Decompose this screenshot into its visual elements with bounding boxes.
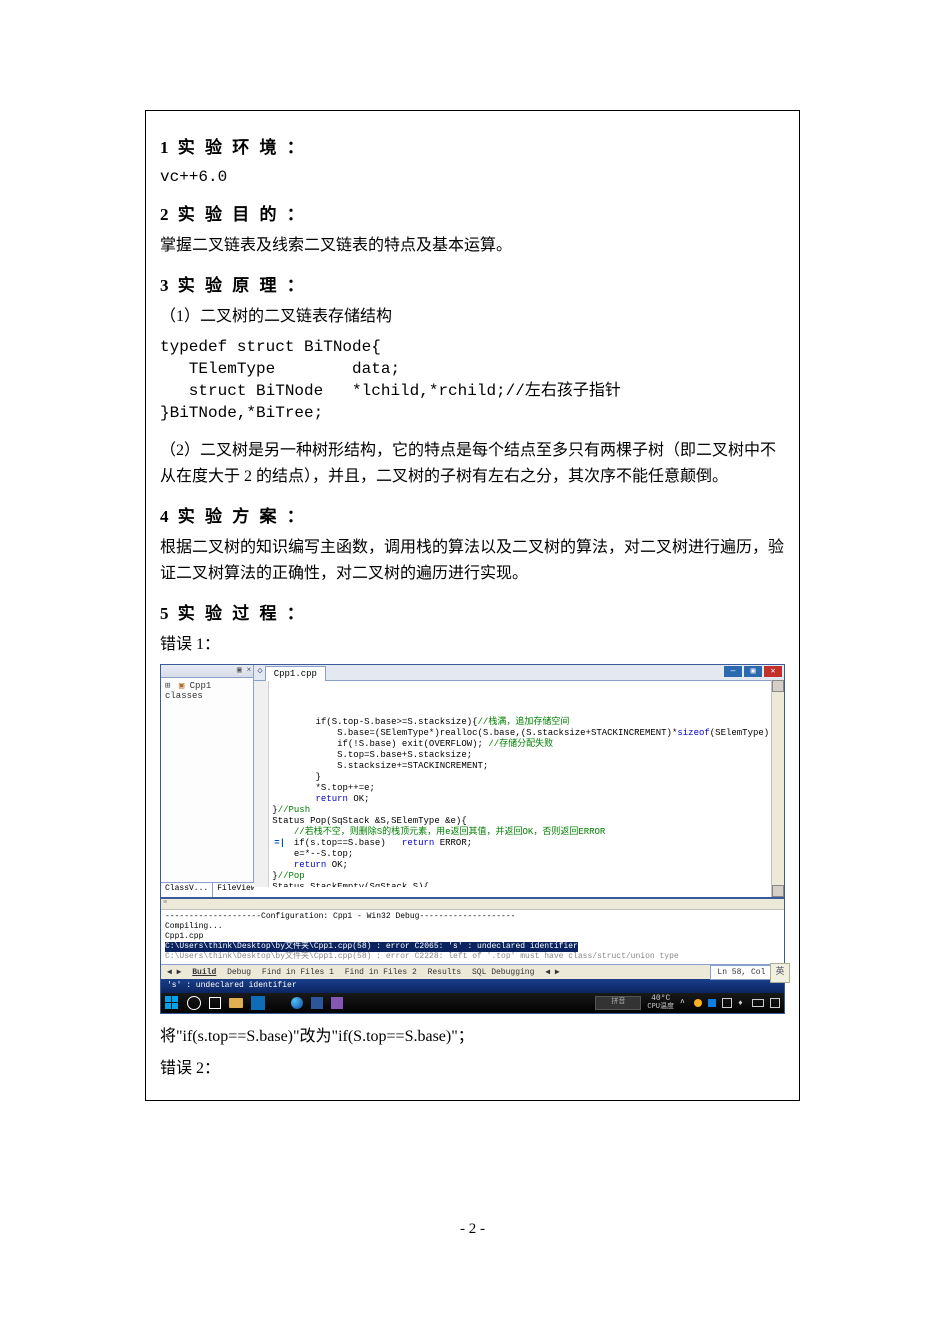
status-left: 's' : undeclared identifier	[167, 979, 297, 993]
tray-battery-icon[interactable]	[752, 999, 764, 1007]
section-1-body: vc++6.0	[160, 166, 785, 188]
fix-text: 将"if(s.top==S.base)"改为"if(S.top==S.base)…	[160, 1024, 785, 1050]
minimize-button[interactable]: —	[724, 666, 742, 677]
code-line-3: struct BiTNode *lchild,*rchild;//左右孩子指针	[160, 380, 785, 402]
section-2-title: 实 验 目 的 ：	[178, 205, 307, 224]
output-pane[interactable]: ≡ --------------------Configuration: Cpp…	[161, 897, 784, 979]
code-line-2: TElemType data;	[160, 358, 785, 380]
output-tabs[interactable]: ◀ ▶ Build Debug Find in Files 1 Find in …	[161, 964, 784, 979]
document-page: 1 实 验 环 境 ： vc++6.0 2 实 验 目 的 ： 掌握二叉链表及线…	[0, 0, 945, 1278]
output-tab-results[interactable]: Results	[428, 968, 462, 977]
content-frame: 1 实 验 环 境 ： vc++6.0 2 实 验 目 的 ： 掌握二叉链表及线…	[145, 110, 800, 1101]
editor-tab-cpp1[interactable]: Cpp1.cpp	[265, 666, 326, 681]
output-handle-icon[interactable]: ≡	[161, 899, 784, 910]
editor-tabbar[interactable]: ◇ Cpp1.cpp — ▣ ✕	[254, 665, 784, 681]
cortana-icon[interactable]	[187, 996, 201, 1010]
tray-ime[interactable]: 拼音	[595, 996, 641, 1010]
section-2-body: 掌握二叉链表及线索二叉链表的特点及基本运算。	[160, 233, 785, 259]
classview-tree[interactable]: ⊞ ▣ Cpp1 classes	[161, 678, 253, 704]
tree-expand-icon[interactable]: ⊞	[165, 681, 170, 691]
tray-defender-icon[interactable]	[708, 999, 716, 1007]
error-2-label: 错误 2：	[160, 1056, 785, 1082]
tray-network-icon[interactable]	[722, 998, 732, 1008]
store-icon[interactable]	[251, 996, 265, 1010]
tray-chevron-icon[interactable]: ^	[680, 999, 688, 1007]
code-line-1: typedef struct BiTNode{	[160, 336, 785, 358]
tray-action-icon[interactable]	[770, 998, 780, 1008]
scroll-up-icon[interactable]	[772, 680, 784, 692]
section-1-num: 1	[160, 138, 169, 157]
output-tab-find1[interactable]: Find in Files 1	[262, 968, 334, 977]
tray-volume-icon[interactable]: ♦	[738, 999, 746, 1007]
file-icon: ◇	[257, 666, 262, 680]
output-body[interactable]: --------------------Configuration: Cpp1 …	[161, 910, 784, 964]
output-tab-debug[interactable]: Debug	[227, 968, 251, 977]
section-5-num: 5	[160, 604, 169, 623]
section-3-p2: （2）二叉树是另一种树形结构，它的特点是每个结点至多只有两棵子树（即二叉树中不从…	[160, 438, 785, 490]
output-tabs-left[interactable]: ◀ ▶ Build Debug Find in Files 1 Find in …	[167, 966, 566, 979]
vertical-scrollbar[interactable]	[771, 680, 784, 897]
maximize-button[interactable]: ▣	[744, 666, 762, 677]
edge-icon[interactable]	[291, 997, 303, 1009]
section-3-p1: （1）二叉树的二叉链表存储结构	[160, 304, 785, 330]
section-2-num: 2	[160, 205, 169, 224]
output-compiling: Compiling...	[165, 922, 223, 931]
classview-pane[interactable]: ▣ × ⊞ ▣ Cpp1 classes ClassV... FileView	[161, 665, 254, 897]
section-4-heading: 4 实 验 方 案 ：	[160, 502, 785, 527]
close-button[interactable]: ✕	[764, 666, 782, 677]
ime-badge[interactable]: 英	[770, 963, 790, 983]
section-1-heading: 1 实 验 环 境 ：	[160, 133, 785, 158]
section-3-title: 实 验 原 理 ：	[178, 276, 307, 295]
vs-icon[interactable]	[331, 997, 343, 1009]
section-1-title: 实 验 环 境 ：	[178, 138, 307, 157]
tabs-nav-icon[interactable]: ◀ ▶	[167, 968, 181, 977]
section-4-body: 根据二叉树的知识编写主函数，调用栈的算法以及二叉树的算法，对二叉树进行遍历，验证…	[160, 535, 785, 587]
output-tab-find2[interactable]: Find in Files 2	[345, 968, 417, 977]
ide-screenshot: ▣ × ⊞ ▣ Cpp1 classes ClassV... FileView …	[160, 664, 785, 1014]
page-number: - 2 -	[145, 1221, 800, 1238]
classview-tabs[interactable]: ClassV... FileView	[161, 882, 253, 897]
code-line-4: }BiTNode,*BiTree;	[160, 402, 785, 424]
output-error-2: C:\Users\think\Desktop\by文件夹\Cpp1.cpp(58…	[165, 952, 679, 961]
tray-temp: 40°C CPU温度	[647, 995, 674, 1011]
start-icon[interactable]	[165, 996, 179, 1010]
ide-statusbar: 's' : undeclared identifier	[161, 979, 784, 993]
ide-top-panes: ▣ × ⊞ ▣ Cpp1 classes ClassV... FileView …	[161, 665, 784, 897]
system-tray[interactable]: 拼音 40°C CPU温度 ^ ♦	[595, 995, 780, 1011]
word-icon[interactable]	[311, 997, 323, 1009]
output-cfg: --------------------Configuration: Cpp1 …	[165, 912, 515, 921]
tabs-nav-end-icon[interactable]: ◀ ▶	[545, 968, 559, 977]
output-tab-build[interactable]: Build	[192, 968, 216, 977]
tab-classview[interactable]: ClassV...	[161, 883, 213, 897]
section-5-title: 实 验 过 程 ：	[178, 604, 307, 623]
section-5-heading: 5 实 验 过 程 ：	[160, 599, 785, 624]
classview-header: ▣ ×	[161, 665, 253, 678]
taskview-icon[interactable]	[209, 997, 221, 1009]
editor-pane[interactable]: ◇ Cpp1.cpp — ▣ ✕ if(S.top-S.base>=S.stac…	[254, 665, 784, 897]
section-3-heading: 3 实 验 原 理 ：	[160, 271, 785, 296]
windows-taskbar[interactable]: 拼音 40°C CPU温度 ^ ♦	[161, 993, 784, 1013]
editor-code-area[interactable]: if(S.top-S.base>=S.stacksize){//栈满，追加存储空…	[254, 681, 784, 887]
explorer-icon[interactable]	[229, 998, 243, 1008]
tray-people-icon[interactable]	[694, 999, 702, 1007]
section-4-title: 实 验 方 案 ：	[178, 507, 307, 526]
tray-temp-label: CPU温度	[647, 1003, 674, 1011]
output-error-highlight[interactable]: C:\Users\think\Desktop\by文件夹\Cpp1.cpp(58…	[165, 942, 578, 952]
folder-icon: ▣	[179, 681, 184, 691]
classview-root[interactable]: Cpp1 classes	[165, 681, 211, 701]
section-2-heading: 2 实 验 目 的 ：	[160, 200, 785, 225]
tray-temp-value: 40°C	[651, 994, 670, 1003]
error-1-label: 错误 1：	[160, 632, 785, 658]
section-3-num: 3	[160, 276, 169, 295]
section-4-num: 4	[160, 507, 169, 526]
editor-gutter	[254, 681, 269, 887]
output-file: Cpp1.cpp	[165, 932, 203, 941]
editor-window-buttons: — ▣ ✕	[722, 665, 784, 680]
scroll-down-icon[interactable]	[772, 885, 784, 897]
output-tab-sql[interactable]: SQL Debugging	[472, 968, 534, 977]
